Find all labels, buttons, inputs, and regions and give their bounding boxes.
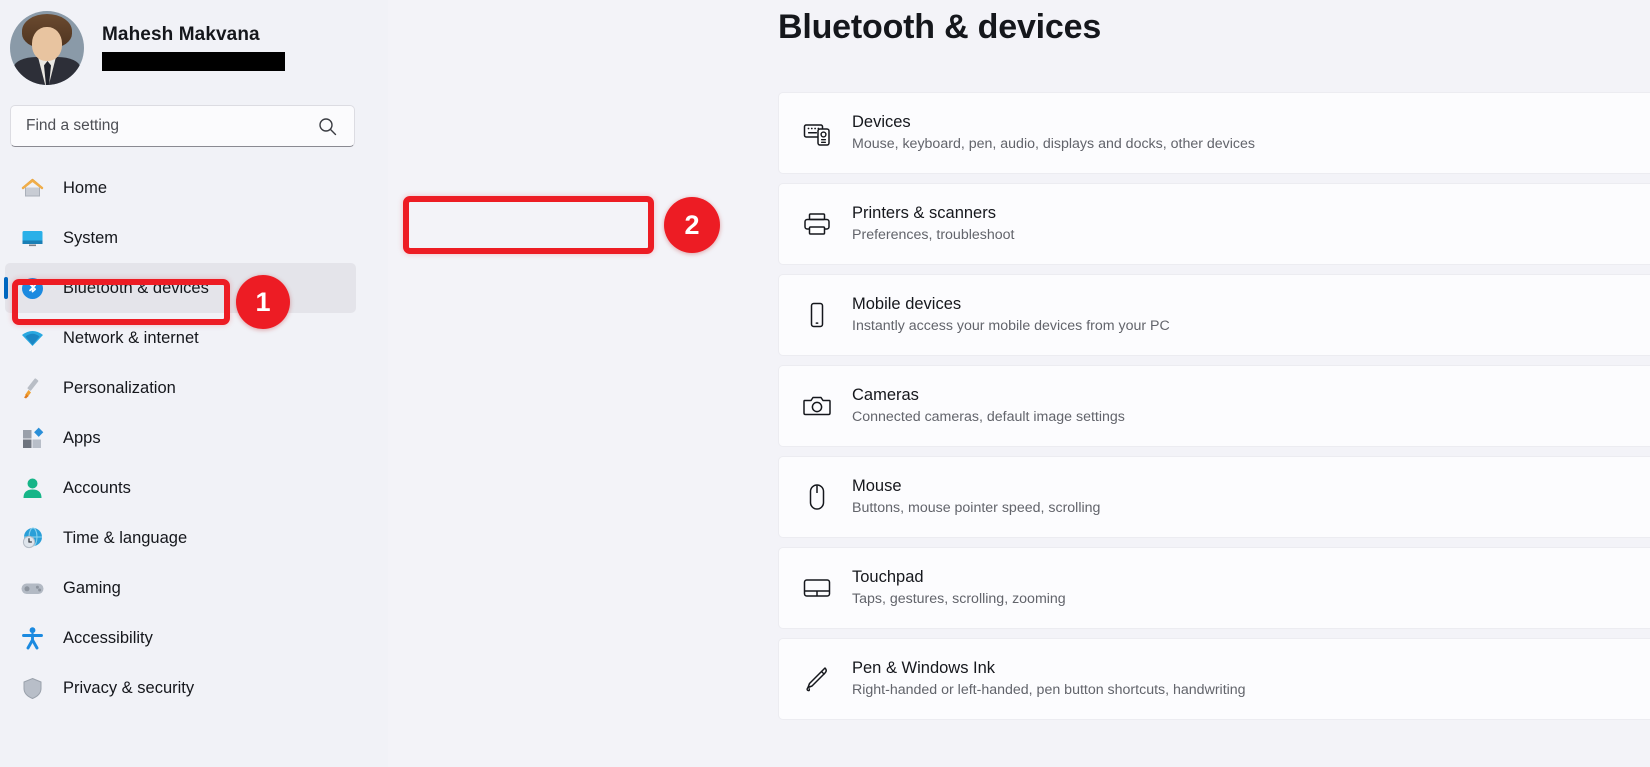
touchpad-icon — [802, 573, 832, 603]
card-title: Pen & Windows Ink — [852, 658, 1650, 680]
card-mouse[interactable]: Mouse Buttons, mouse pointer speed, scro… — [778, 456, 1650, 538]
gamepad-icon — [18, 574, 46, 602]
sidebar-item-label: Network & internet — [63, 329, 199, 348]
card-text: Mobile devices Instantly access your mob… — [852, 294, 1650, 336]
sidebar-item-label: Accessibility — [63, 629, 153, 648]
settings-window: Mahesh Makvana — [0, 0, 1650, 767]
shield-icon — [18, 674, 46, 702]
card-title: Devices — [852, 112, 1650, 134]
card-text: Cameras Connected cameras, default image… — [852, 385, 1650, 427]
card-subtitle: Taps, gestures, scrolling, zooming — [852, 590, 1650, 609]
sidebar-item-home[interactable]: Home — [5, 163, 356, 213]
card-pen-windows-ink[interactable]: Pen & Windows Ink Right-handed or left-h… — [778, 638, 1650, 720]
sidebar-item-gaming[interactable]: Gaming — [5, 563, 356, 613]
card-mobile-devices[interactable]: Mobile devices Instantly access your mob… — [778, 274, 1650, 356]
wifi-icon — [18, 324, 46, 352]
annotation-badge-step-1: 1 — [236, 275, 290, 329]
sidebar-item-label: Apps — [63, 429, 101, 448]
phone-icon — [802, 300, 832, 330]
main-content: Bluetooth & devices — [388, 0, 1650, 767]
mouse-icon — [802, 482, 832, 512]
card-title: Printers & scanners — [852, 203, 1650, 225]
sidebar-item-network-internet[interactable]: Network & internet — [5, 313, 356, 363]
card-subtitle: Mouse, keyboard, pen, audio, displays an… — [852, 135, 1650, 154]
clock-globe-icon — [18, 524, 46, 552]
card-title: Cameras — [852, 385, 1650, 407]
paintbrush-icon — [18, 374, 46, 402]
pen-icon — [802, 664, 832, 694]
sidebar-item-label: Time & language — [63, 529, 187, 548]
card-text: Touchpad Taps, gestures, scrolling, zoom… — [852, 567, 1650, 609]
card-devices[interactable]: Devices Mouse, keyboard, pen, audio, dis… — [778, 92, 1650, 174]
card-touchpad[interactable]: Touchpad Taps, gestures, scrolling, zoom… — [778, 547, 1650, 629]
card-subtitle: Connected cameras, default image setting… — [852, 408, 1650, 427]
sidebar-item-label: Accounts — [63, 479, 131, 498]
sidebar-item-label: Gaming — [63, 579, 121, 598]
sidebar-item-accessibility[interactable]: Accessibility — [5, 613, 356, 663]
sidebar-item-apps[interactable]: Apps — [5, 413, 356, 463]
card-text: Mouse Buttons, mouse pointer speed, scro… — [852, 476, 1650, 518]
card-text: Pen & Windows Ink Right-handed or left-h… — [852, 658, 1650, 700]
search-container — [0, 105, 388, 147]
sidebar-item-label: Personalization — [63, 379, 176, 398]
card-text: Printers & scanners Preferences, trouble… — [852, 203, 1650, 245]
card-subtitle: Buttons, mouse pointer speed, scrolling — [852, 499, 1650, 518]
card-title: Mouse — [852, 476, 1650, 498]
card-title: Mobile devices — [852, 294, 1650, 316]
card-text: Devices Mouse, keyboard, pen, audio, dis… — [852, 112, 1650, 154]
sidebar: Mahesh Makvana — [0, 0, 388, 767]
sidebar-item-privacy-security[interactable]: Privacy & security — [5, 663, 356, 713]
card-subtitle: Instantly access your mobile devices fro… — [852, 317, 1650, 336]
accounts-icon — [18, 474, 46, 502]
avatar — [10, 11, 84, 85]
card-printers-scanners[interactable]: Printers & scanners Preferences, trouble… — [778, 183, 1650, 265]
sidebar-item-bluetooth-devices[interactable]: Bluetooth & devices — [5, 263, 356, 313]
card-subtitle: Preferences, troubleshoot — [852, 226, 1650, 245]
card-cameras[interactable]: Cameras Connected cameras, default image… — [778, 365, 1650, 447]
sidebar-item-time-language[interactable]: Time & language — [5, 513, 356, 563]
sidebar-item-label: Privacy & security — [63, 679, 194, 698]
bluetooth-icon — [18, 274, 46, 302]
sidebar-item-personalization[interactable]: Personalization — [5, 363, 356, 413]
search-icon[interactable] — [318, 117, 337, 141]
user-profile[interactable]: Mahesh Makvana — [0, 0, 388, 85]
home-icon — [18, 174, 46, 202]
sidebar-item-label: Bluetooth & devices — [63, 279, 209, 298]
sidebar-item-accounts[interactable]: Accounts — [5, 463, 356, 513]
sidebar-item-label: Home — [63, 179, 107, 198]
printer-icon — [802, 209, 832, 239]
search-input[interactable] — [11, 106, 301, 146]
sidebar-item-system[interactable]: System — [5, 213, 356, 263]
accessibility-icon — [18, 624, 46, 652]
system-icon — [18, 224, 46, 252]
user-email-redacted — [102, 52, 285, 71]
card-subtitle: Right-handed or left-handed, pen button … — [852, 681, 1650, 700]
sidebar-nav: Home System — [0, 163, 388, 713]
settings-card-list: Devices Mouse, keyboard, pen, audio, dis… — [778, 92, 1650, 729]
page-title: Bluetooth & devices — [778, 8, 1101, 47]
selection-indicator — [4, 277, 8, 299]
card-title: Touchpad — [852, 567, 1650, 589]
camera-icon — [802, 391, 832, 421]
sidebar-item-label: System — [63, 229, 118, 248]
search-box[interactable] — [10, 105, 355, 147]
annotation-badge-step-2: 2 — [664, 197, 720, 253]
devices-icon — [802, 118, 832, 148]
apps-icon — [18, 424, 46, 452]
user-name: Mahesh Makvana — [102, 24, 285, 46]
